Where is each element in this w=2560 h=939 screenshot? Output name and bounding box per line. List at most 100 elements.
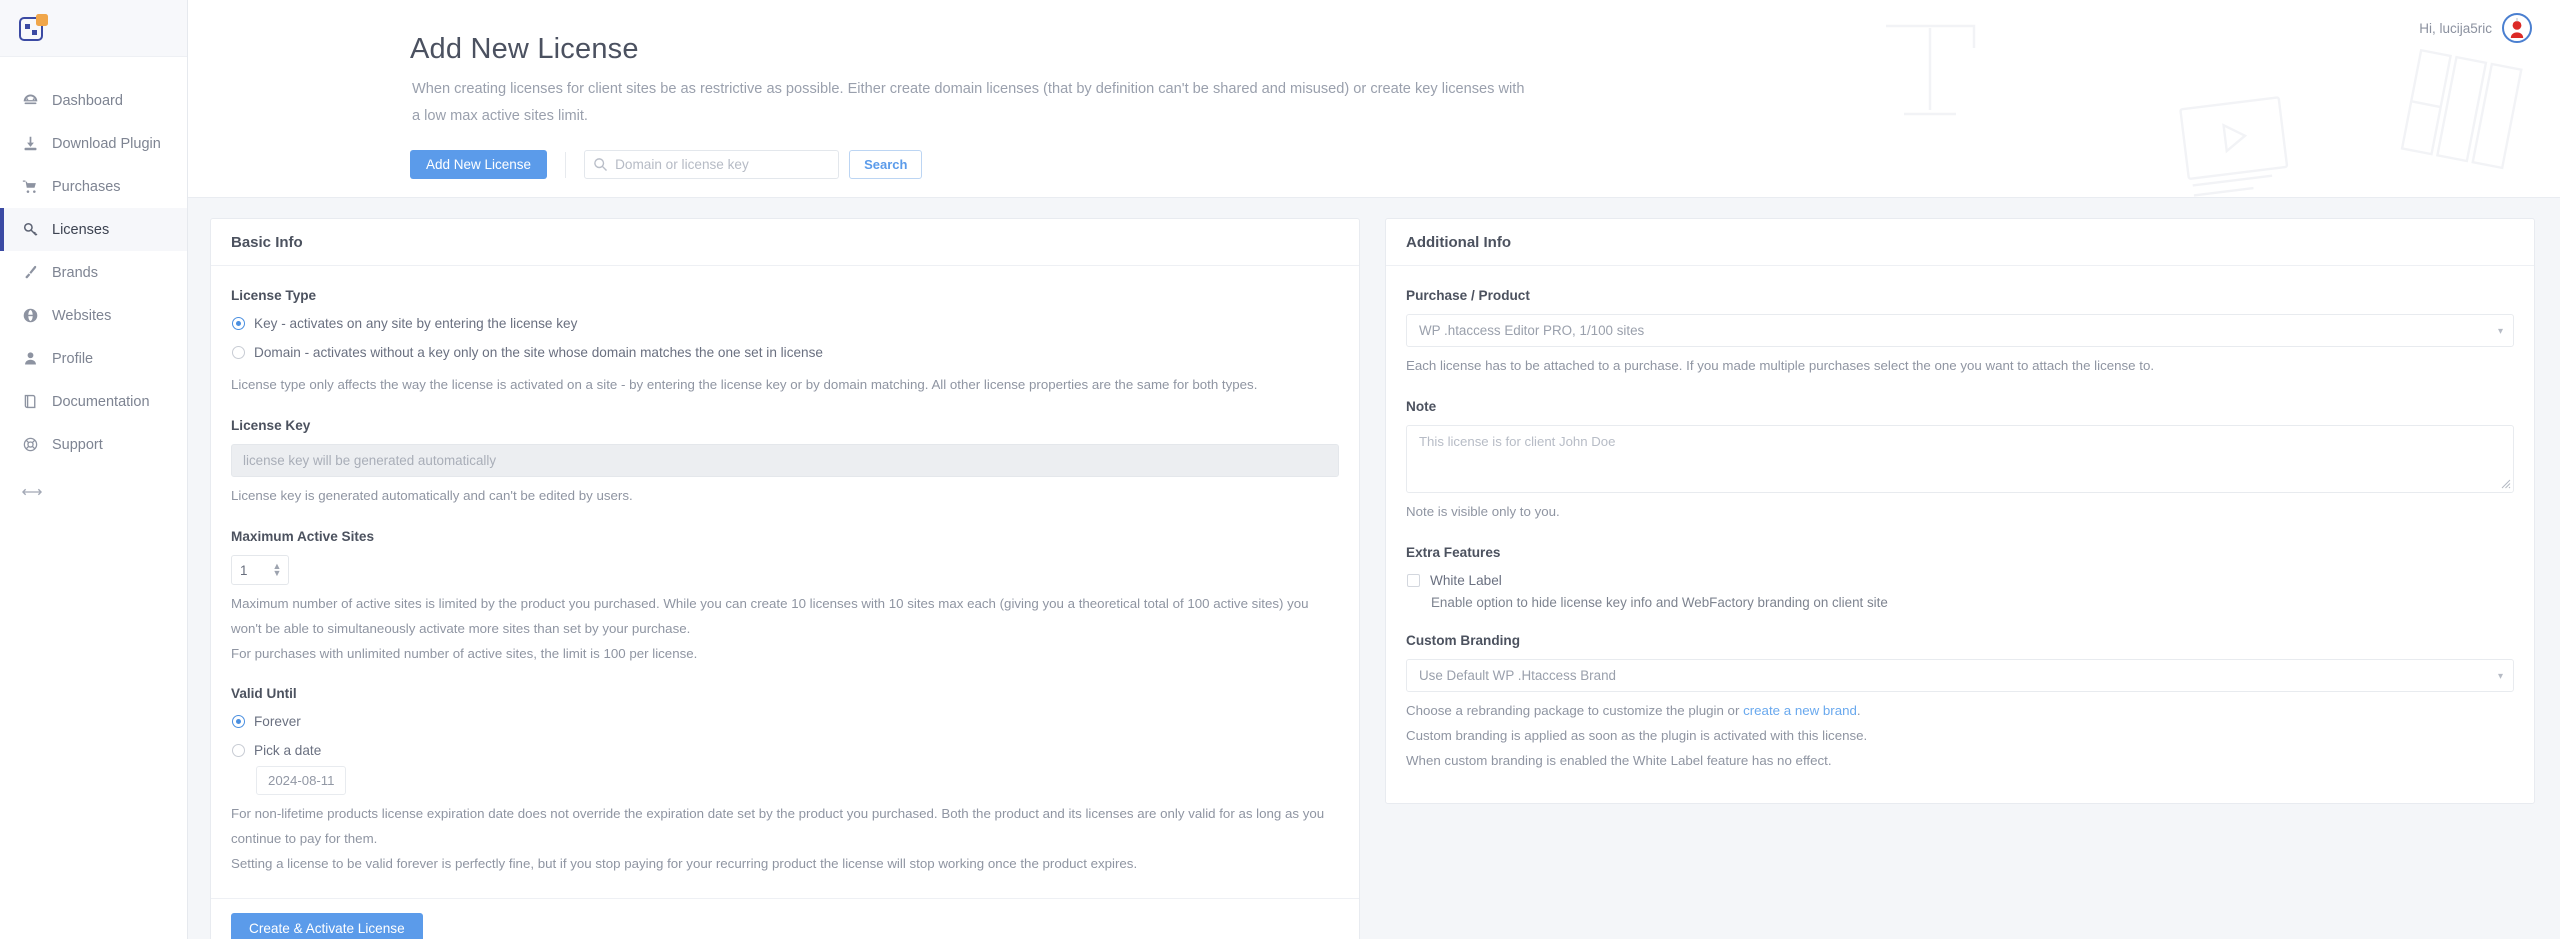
sidebar-item-label: Websites — [52, 307, 112, 324]
basic-info-footer: Create & Activate License — [211, 898, 1359, 939]
sidebar-item-label: Profile — [52, 350, 94, 367]
sidebar-item-dashboard[interactable]: Dashboard — [0, 79, 187, 122]
page-header: Hi, lucija5ric Add New License When crea… — [188, 0, 2560, 198]
add-new-license-button[interactable]: Add New License — [410, 150, 548, 179]
lifebuoy-icon — [22, 436, 52, 453]
license-key-help: License key is generated automatically a… — [231, 488, 633, 503]
radio-forever-icon — [232, 715, 245, 728]
user-menu[interactable]: Hi, lucija5ric — [2419, 13, 2532, 43]
chevron-down-icon: ▾ — [2497, 671, 2503, 682]
purchase-product-help: Each license has to be attached to a pur… — [1406, 358, 2155, 373]
radio-pick-date-icon — [232, 744, 245, 757]
sidebar-item-label: Purchases — [52, 178, 121, 195]
custom-branding-help-suffix: . — [1856, 703, 1861, 718]
sidebar-item-label: Dashboard — [52, 92, 123, 109]
page-description: When creating licenses for client sites … — [412, 81, 1525, 124]
sidebar-item-brands[interactable]: Brands — [0, 251, 187, 294]
additional-info-title: Additional Info — [1386, 219, 2534, 266]
license-type-option-domain[interactable]: Domain - activates without a key only on… — [231, 343, 1339, 362]
white-label-checkbox-row[interactable]: White Label — [1406, 571, 2514, 590]
search-field[interactable] — [584, 150, 840, 179]
create-new-brand-link[interactable]: create a new brand — [1743, 703, 1857, 718]
chevron-down-icon: ▾ — [2497, 326, 2503, 337]
custom-branding-help-3: When custom branding is enabled the Whit… — [1406, 753, 1832, 768]
search-icon — [593, 157, 608, 177]
collapse-sidebar-button[interactable] — [0, 474, 187, 514]
toolbar-divider — [565, 151, 567, 178]
custom-branding-help-prefix: Choose a rebranding package to customize… — [1406, 703, 1744, 718]
sidebar-nav: Dashboard Download Plugin Purchases Lice… — [0, 57, 187, 514]
max-active-sites-value: 1 — [240, 562, 248, 578]
sidebar-item-label: Download Plugin — [52, 135, 161, 152]
additional-info-body: Purchase / Product WP .htaccess Editor P… — [1386, 266, 2534, 803]
radio-key-icon — [232, 317, 245, 330]
cart-icon — [22, 178, 52, 195]
search-button[interactable]: Search — [849, 150, 923, 179]
white-label-description: Enable option to hide license key info a… — [1431, 595, 1888, 610]
white-label-label: White Label — [1430, 573, 1502, 588]
book-icon — [22, 393, 52, 410]
additional-info-card: Additional Info Purchase / Product WP .h… — [1385, 218, 2535, 804]
basic-info-title: Basic Info — [211, 219, 1359, 266]
sidebar-item-purchases[interactable]: Purchases — [0, 165, 187, 208]
purchase-product-label: Purchase / Product — [1406, 288, 1530, 303]
brush-icon — [22, 264, 52, 281]
valid-until-help-2: Setting a license to be valid forever is… — [231, 856, 1138, 871]
purchase-product-select[interactable]: WP .htaccess Editor PRO, 1/100 sites ▾ — [1406, 314, 2514, 347]
valid-until-option-label: Pick a date — [254, 743, 322, 758]
max-active-sites-stepper[interactable]: 1 ▲ ▼ — [231, 555, 289, 585]
avatar[interactable] — [2502, 13, 2532, 43]
text-tool-watermark-icon — [1878, 18, 1982, 128]
custom-branding-help-1: Choose a rebranding package to customize… — [1406, 698, 2514, 723]
license-type-option-label: Key - activates on any site by entering … — [254, 316, 578, 331]
white-label-checkbox[interactable] — [1407, 574, 1420, 587]
video-watermark-icon — [2177, 94, 2294, 197]
sidebar-item-label: Brands — [52, 264, 98, 281]
sidebar-item-websites[interactable]: Websites — [0, 294, 187, 337]
basic-info-body: License Type Key - activates on any site… — [211, 266, 1359, 898]
note-textarea[interactable]: This license is for client John Doe — [1406, 425, 2514, 493]
license-key-label: License Key — [231, 418, 311, 433]
globe-icon — [22, 307, 52, 324]
download-icon — [22, 135, 52, 152]
valid-until-option-pick-date[interactable]: Pick a date — [231, 741, 1339, 760]
logo-wrap[interactable] — [0, 0, 187, 57]
collapse-sidebar-icon — [21, 485, 43, 503]
sidebar-item-label: Support — [52, 436, 103, 453]
create-activate-license-button[interactable]: Create & Activate License — [231, 913, 423, 939]
custom-branding-select[interactable]: Use Default WP .Htaccess Brand ▾ — [1406, 659, 2514, 692]
search-group: Search — [584, 150, 923, 179]
note-help: Note is visible only to you. — [1406, 504, 1560, 519]
content-area: Basic Info License Type Key - activates … — [188, 198, 2560, 939]
basic-info-card: Basic Info License Type Key - activates … — [210, 218, 1360, 939]
sidebar-item-label: Documentation — [52, 393, 150, 410]
license-key-input: license key will be generated automatica… — [231, 444, 1339, 477]
user-greeting: Hi, lucija5ric — [2419, 20, 2492, 36]
license-type-label: License Type — [231, 288, 317, 303]
valid-until-option-label: Forever — [254, 714, 301, 729]
sidebar-item-label: Licenses — [52, 221, 110, 238]
sidebar-item-support[interactable]: Support — [0, 423, 187, 466]
sidebar-item-documentation[interactable]: Documentation — [0, 380, 187, 423]
resize-handle-icon[interactable] — [2498, 476, 2511, 491]
max-active-sites-help-1: Maximum number of active sites is limite… — [231, 596, 1309, 636]
sidebar: Dashboard Download Plugin Purchases Lice… — [0, 0, 188, 939]
key-icon — [22, 221, 52, 238]
stepper-arrows-icon[interactable]: ▲ ▼ — [268, 556, 286, 584]
radio-domain-icon — [232, 346, 245, 359]
toolbar: Add New License Search — [410, 150, 923, 179]
extra-features-label: Extra Features — [1406, 545, 1501, 560]
license-type-option-key[interactable]: Key - activates on any site by entering … — [231, 314, 1339, 333]
sidebar-item-licenses[interactable]: Licenses — [0, 208, 187, 251]
expiration-date-input[interactable]: 2024-08-11 — [256, 766, 347, 795]
app-root: Dashboard Download Plugin Purchases Lice… — [0, 0, 2560, 939]
custom-branding-label: Custom Branding — [1406, 633, 1521, 648]
sidebar-item-profile[interactable]: Profile — [0, 337, 187, 380]
valid-until-option-forever[interactable]: Forever — [231, 712, 1339, 731]
sidebar-item-download-plugin[interactable]: Download Plugin — [0, 122, 187, 165]
columns-watermark-icon — [2396, 46, 2526, 180]
search-input[interactable] — [613, 151, 839, 178]
max-active-sites-help-2: For purchases with unlimited number of a… — [231, 646, 698, 661]
max-active-sites-label: Maximum Active Sites — [231, 529, 375, 544]
dashboard-icon — [22, 92, 52, 109]
